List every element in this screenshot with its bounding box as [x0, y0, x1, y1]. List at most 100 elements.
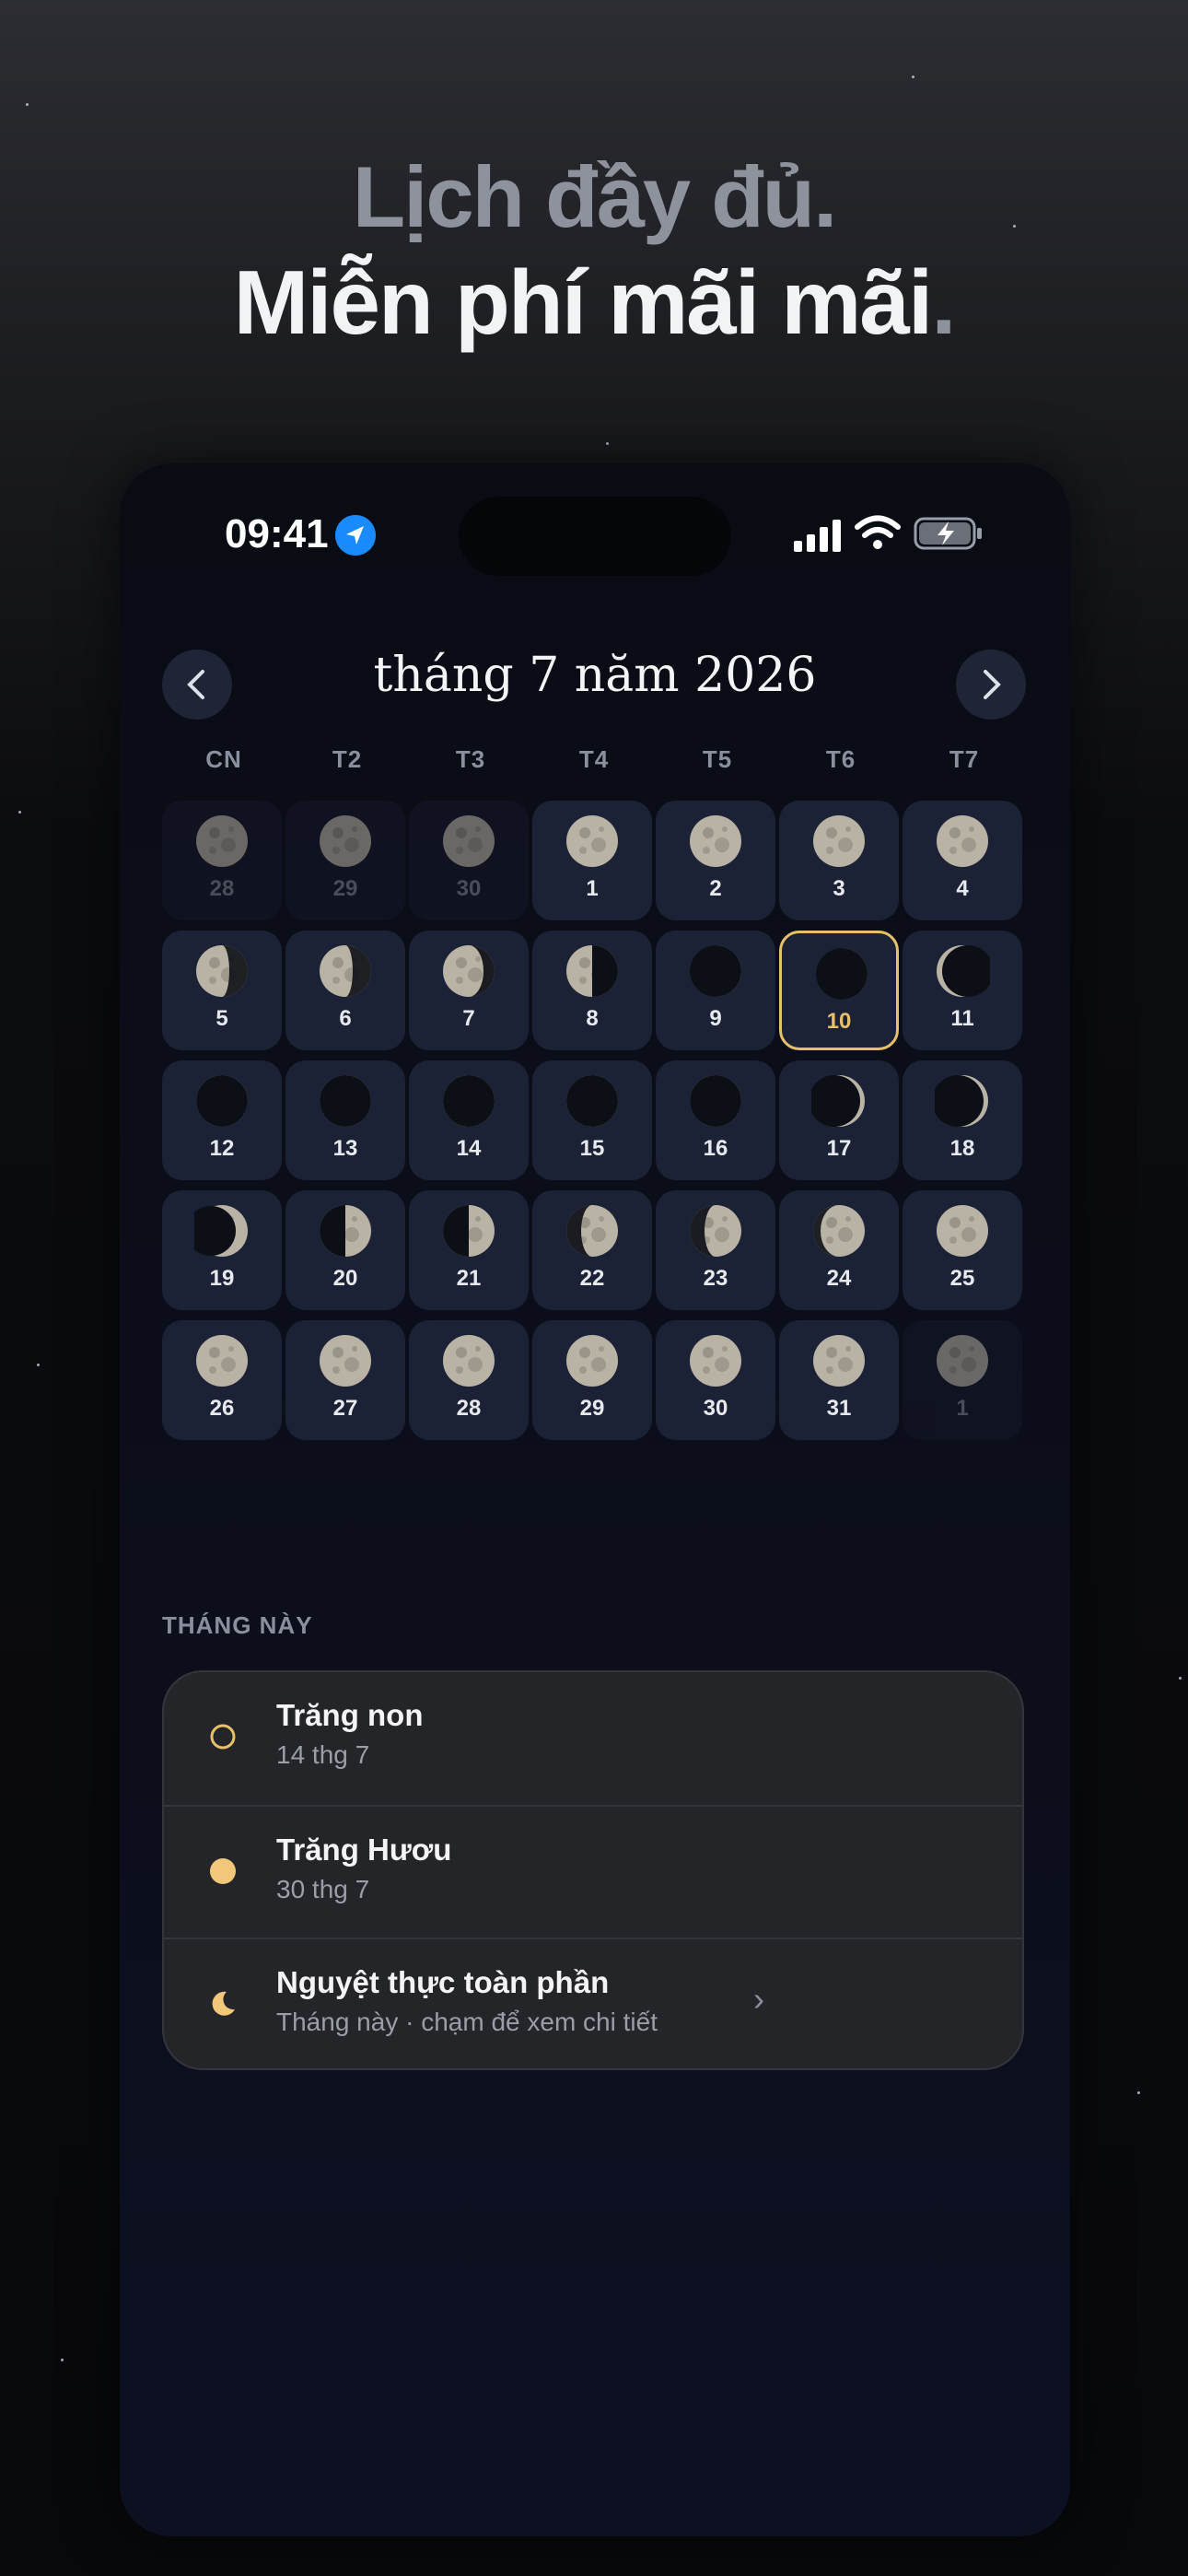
- event-row-new-moon[interactable]: Trăng non 14 thg 7: [164, 1672, 1022, 1805]
- event-title: Nguyệt thực toàn phần: [276, 1965, 610, 1999]
- moon-phase-icon: [566, 945, 618, 997]
- location-arrow-icon: [335, 515, 376, 556]
- calendar-day[interactable]: 17: [779, 1060, 899, 1180]
- calendar-day[interactable]: 2: [656, 801, 775, 920]
- moon-phase-icon: [566, 1335, 618, 1387]
- moon-phase-icon: [935, 1075, 988, 1127]
- event-title: Trăng non: [276, 1698, 424, 1732]
- calendar-day[interactable]: 30: [409, 801, 529, 920]
- moon-phase-icon: [443, 1335, 495, 1387]
- day-number: 6: [339, 1006, 352, 1031]
- weekday-label: T4: [578, 745, 610, 773]
- calendar-day[interactable]: 14: [409, 1060, 529, 1180]
- calendar-day[interactable]: 28: [409, 1320, 529, 1440]
- star: [912, 76, 914, 78]
- calendar-day[interactable]: 9: [656, 931, 775, 1050]
- calendar-day[interactable]: 27: [285, 1320, 405, 1440]
- calendar-day[interactable]: 19: [162, 1190, 282, 1310]
- calendar-day[interactable]: 1: [903, 1320, 1022, 1440]
- calendar-day[interactable]: 25: [903, 1190, 1022, 1310]
- event-date: 14 thg 7: [276, 1740, 370, 1769]
- status-time: 09:41: [225, 511, 329, 556]
- day-number: 20: [332, 1266, 358, 1291]
- moon-phase-icon: [690, 815, 741, 867]
- chevron-right-icon: ›: [753, 1980, 764, 2018]
- events-card: Trăng non 14 thg 7 Trăng Hươu 30 thg 7 N…: [162, 1670, 1024, 2070]
- calendar-day[interactable]: 23: [656, 1190, 775, 1310]
- weekday-label: T3: [455, 745, 486, 773]
- calendar-day[interactable]: 4: [903, 801, 1022, 920]
- moon-phase-icon: [937, 815, 988, 867]
- calendar-day[interactable]: 15: [532, 1060, 652, 1180]
- day-number: 22: [579, 1266, 605, 1291]
- event-title: Trăng Hươu: [276, 1832, 452, 1867]
- dynamic-island: [459, 497, 731, 576]
- day-number: 30: [456, 876, 482, 901]
- day-number: 2: [709, 876, 722, 901]
- calendar-day[interactable]: 28: [162, 801, 282, 920]
- moon-phase-icon: [566, 1075, 618, 1127]
- moon-phase-icon: [194, 1205, 248, 1257]
- calendar-day[interactable]: 8: [532, 931, 652, 1050]
- calendar-day[interactable]: 7: [409, 931, 529, 1050]
- calendar-day[interactable]: 20: [285, 1190, 405, 1310]
- moon-phase-icon: [443, 815, 495, 867]
- headline-line2: Miễn phí mãi mãi.: [233, 252, 957, 353]
- day-number: 28: [456, 1396, 482, 1421]
- event-row-full-moon[interactable]: Trăng Hươu 30 thg 7: [164, 1805, 1022, 1939]
- weekday-label: CN: [205, 745, 242, 773]
- calendar-day[interactable]: 3: [779, 801, 899, 920]
- signal-icon: [794, 520, 841, 552]
- wifi-icon: [855, 515, 901, 549]
- moon-phase-icon: [816, 948, 868, 1000]
- moon-phase-icon: [811, 1075, 865, 1127]
- calendar-day[interactable]: 11: [903, 931, 1022, 1050]
- calendar-day[interactable]: 5: [162, 931, 282, 1050]
- day-number: 5: [215, 1006, 228, 1031]
- moon-phase-icon: [937, 1335, 988, 1387]
- calendar-day-today[interactable]: 10: [779, 931, 899, 1050]
- event-row-eclipse[interactable]: Nguyệt thực toàn phần Tháng này · chạm đ…: [164, 1938, 1022, 2068]
- calendar-day[interactable]: 24: [779, 1190, 899, 1310]
- calendar-day[interactable]: 29: [285, 801, 405, 920]
- moon-phase-icon: [196, 1335, 248, 1387]
- calendar-day[interactable]: 16: [656, 1060, 775, 1180]
- calendar-day[interactable]: 6: [285, 931, 405, 1050]
- day-number: 14: [456, 1136, 482, 1161]
- day-number: 1: [956, 1396, 969, 1421]
- day-number: 11: [950, 1006, 974, 1031]
- day-number: 15: [579, 1136, 605, 1161]
- section-title: THÁNG NÀY: [162, 1611, 313, 1639]
- calendar-day[interactable]: 22: [532, 1190, 652, 1310]
- day-number: 4: [956, 876, 969, 901]
- calendar-day[interactable]: 29: [532, 1320, 652, 1440]
- day-number: 8: [586, 1006, 599, 1031]
- moon-phase-icon: [443, 945, 495, 997]
- calendar-day[interactable]: 1: [532, 801, 652, 920]
- calendar-day[interactable]: 21: [409, 1190, 529, 1310]
- calendar-day[interactable]: 26: [162, 1320, 282, 1440]
- moon-phase-icon: [690, 1075, 741, 1127]
- moon-phase-icon: [690, 1335, 741, 1387]
- event-date: 30 thg 7: [276, 1875, 370, 1903]
- weekday-label: T5: [702, 745, 733, 773]
- battery-charging-icon: [914, 517, 982, 550]
- next-month-button[interactable]: [956, 650, 1026, 720]
- day-number: 23: [703, 1266, 728, 1291]
- moon-phase-icon: [320, 1335, 371, 1387]
- calendar-day[interactable]: 30: [656, 1320, 775, 1440]
- calendar-day[interactable]: 31: [779, 1320, 899, 1440]
- moon-phase-icon: [320, 1075, 371, 1127]
- moon-phase-icon: [813, 1335, 865, 1387]
- moon-phase-icon: [320, 945, 371, 997]
- moon-phase-icon: [690, 945, 741, 997]
- calendar-day[interactable]: 12: [162, 1060, 282, 1180]
- crescent-moon-icon: [212, 1991, 235, 2016]
- calendar-day[interactable]: 18: [903, 1060, 1022, 1180]
- calendar-day[interactable]: 13: [285, 1060, 405, 1180]
- moon-phase-icon: [196, 1075, 248, 1127]
- moon-phase-icon: [320, 1205, 371, 1257]
- moon-phase-icon: [196, 945, 248, 997]
- calendar-grid: 28 29 30 1 2 3 4 5 6 7 8 9 10 11 12 13 1…: [162, 801, 1026, 1442]
- star: [18, 811, 21, 814]
